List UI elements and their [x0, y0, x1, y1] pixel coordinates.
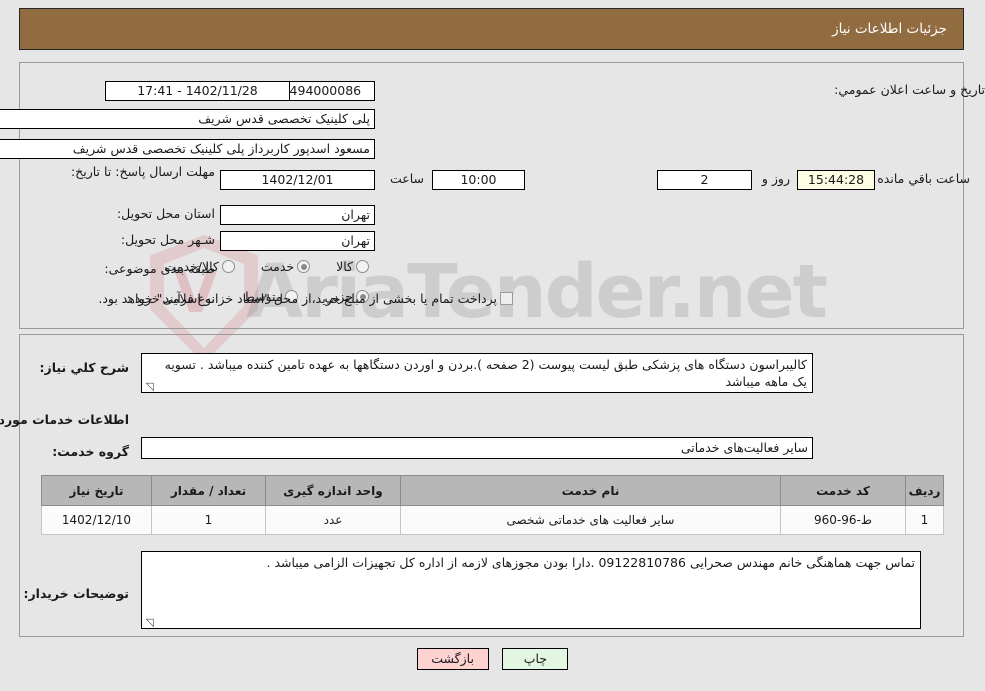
classification-option-kala[interactable]: کالا — [336, 259, 375, 274]
services-table-wrapper: ردیف کد خدمت نام خدمت واحد اندازه گیری ت… — [41, 475, 944, 535]
table-col-quantity: تعداد / مقدار — [151, 475, 266, 506]
deadline-days-field[interactable]: 2 — [657, 170, 752, 190]
deadline-timer-field: 15:44:28 — [797, 170, 875, 190]
resize-grip-icon[interactable]: ◹ — [144, 381, 154, 392]
announce-datetime-field[interactable]: 1402/11/28 - 17:41 — [105, 81, 290, 101]
treasury-bonds-checkbox-label: پرداخت تمام یا بخشی از مبلغ خرید،از محل … — [98, 291, 497, 306]
requester-field[interactable]: مسعود اسدپور کاربرداز پلی کلینیک تخصصی ق… — [0, 139, 375, 159]
table-col-unit: واحد اندازه گیری — [265, 475, 401, 506]
deadline-date-field[interactable]: 1402/12/01 — [220, 170, 375, 190]
deadline-hour-label: ساعت — [389, 171, 424, 186]
radio-icon[interactable] — [297, 260, 311, 273]
buyer-notes-value: تماس جهت هماهنگی خانم مهندس صحرایی 09122… — [266, 555, 916, 570]
table-col-need-date: تاریخ نیاز — [41, 475, 152, 506]
cell-service-name: سایر فعالیت های خدماتی شخصی — [400, 505, 781, 535]
delivery-city-label: شـهر محل تحویل: — [120, 232, 215, 247]
cell-unit: عدد — [265, 505, 401, 535]
print-button[interactable]: چاپ — [502, 648, 569, 670]
delivery-province-field[interactable]: تهران — [220, 205, 375, 225]
table-col-row-no: ردیف — [905, 475, 944, 506]
delivery-province-label: استان محل تحویل: — [116, 206, 215, 221]
radio-icon[interactable] — [356, 260, 369, 273]
table-col-service-name: نام خدمت — [400, 475, 781, 506]
table-col-service-code: کد خدمت — [780, 475, 906, 506]
delivery-city-field[interactable]: تهران — [220, 231, 375, 251]
buyer-notes-label: توضیحات خریدار: — [23, 586, 129, 601]
cell-need-date: 1402/12/10 — [41, 505, 152, 535]
need-info-panel — [19, 62, 964, 329]
general-description-value: کالیبراسون دستگاه های پزشکی طبق لیست پیو… — [164, 357, 807, 389]
classification-option-label: کالا — [336, 259, 353, 274]
classification-option-label: کالا/خدمت — [164, 259, 219, 274]
general-description-textarea[interactable]: کالیبراسون دستگاه های پزشکی طبق لیست پیو… — [141, 353, 813, 393]
announce-datetime-label: تاریخ و ساعت اعلان عمومي: — [834, 82, 985, 97]
classification-option-label: خدمت — [260, 259, 295, 274]
deadline-hour-field[interactable]: 10:00 — [432, 170, 525, 190]
classification-option-khedmat[interactable]: خدمت — [261, 259, 316, 274]
checkbox-icon[interactable] — [500, 292, 513, 305]
services-table: ردیف کد خدمت نام خدمت واحد اندازه گیری ت… — [41, 475, 944, 535]
deadline-days-label: روز و — [761, 171, 790, 186]
radio-icon[interactable] — [221, 260, 235, 273]
general-description-label: شرح کلي نیاز: — [39, 360, 129, 375]
cell-row-no: 1 — [905, 505, 944, 535]
cell-quantity: 1 — [151, 505, 266, 535]
page-header: جزئیات اطلاعات نیاز — [19, 8, 964, 50]
classification-option-kala-khedmat[interactable]: کالا/خدمت — [164, 259, 240, 274]
page-title: جزئیات اطلاعات نیاز — [832, 21, 947, 37]
cell-service-code: ط-96-960 — [780, 505, 906, 535]
resize-grip-icon[interactable]: ◹ — [144, 617, 154, 628]
buyer-notes-textarea[interactable]: تماس جهت هماهنگی خانم مهندس صحرایی 09122… — [141, 551, 921, 629]
deadline-label: مهلت ارسال پاسخ: تا تاریخ: — [70, 164, 215, 179]
services-section-title: اطلاعات خدمات مورد نیاز — [0, 412, 129, 427]
deadline-timer-suffix-label: ساعت باقي مانده — [877, 171, 970, 186]
footer-button-bar: چاپ بازگشت — [0, 648, 985, 670]
table-row: 1 ط-96-960 سایر فعالیت های خدماتی شخصی ع… — [41, 505, 944, 535]
back-button[interactable]: بازگشت — [416, 648, 489, 670]
service-group-label: گروه خدمت: — [52, 444, 129, 459]
treasury-bonds-checkbox-row[interactable]: پرداخت تمام یا بخشی از مبلغ خرید،از محل … — [98, 291, 519, 306]
table-header-row: ردیف کد خدمت نام خدمت واحد اندازه گیری ت… — [41, 475, 944, 506]
service-group-field[interactable]: سایر فعالیت‌های خدماتی — [141, 437, 813, 459]
buyer-org-field[interactable]: پلی کلینیک تخصصی قدس شریف — [0, 109, 375, 129]
